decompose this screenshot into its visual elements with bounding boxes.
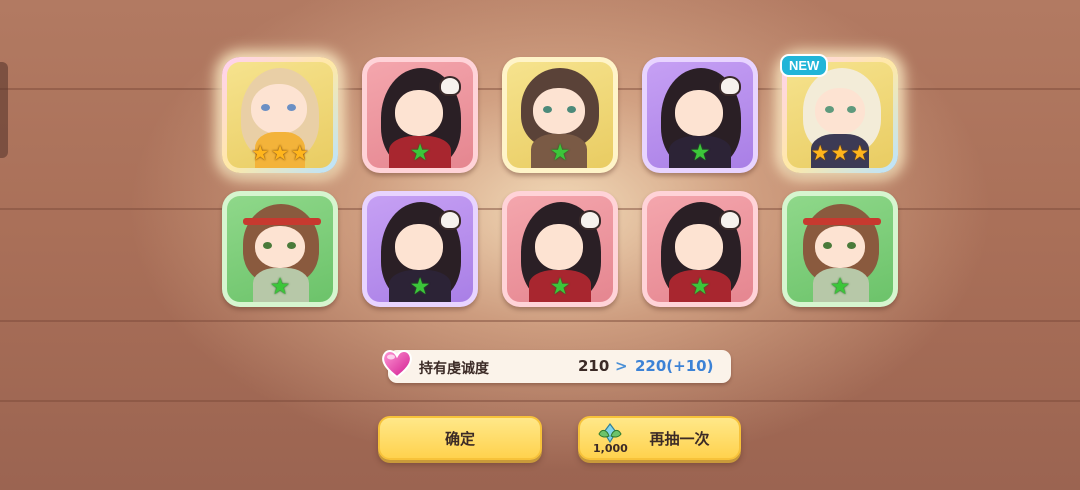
green-star-icon: ★ [409,274,431,300]
gold-star-icon: ★ [850,141,870,165]
character-portrait: ★ [367,62,473,168]
result-card-10[interactable]: ★ [782,191,898,307]
headband [243,218,321,225]
gold-star-icon: ★ [250,141,270,165]
green-star-icon: ★ [409,140,431,166]
result-card-4[interactable]: ★ [642,57,758,173]
heart-gem-icon [382,350,412,379]
devotion-old-value: 210 [578,357,610,375]
skull-ornament-icon [439,210,461,230]
wood-plank-line [0,320,1080,322]
rarity-stars: ★ [787,274,893,300]
character-portrait: ★ ★ ★ [227,62,333,168]
side-tab-handle[interactable] [0,62,8,158]
green-star-icon: ★ [829,274,851,300]
skull-ornament-icon [719,76,741,96]
draw-again-label: 再抽一次 [649,429,710,448]
green-star-icon: ★ [549,274,571,300]
draw-again-button[interactable]: 1,000 再抽一次 [578,416,741,460]
character-portrait: ★ [507,196,613,302]
result-card-2[interactable]: ★ [362,57,478,173]
result-card-1[interactable]: ★ ★ ★ [222,57,338,173]
confirm-button[interactable]: 确定 [378,416,542,460]
green-star-icon: ★ [689,274,711,300]
leaf-crystal-icon [598,423,622,444]
rarity-stars: ★ [507,140,613,166]
green-star-icon: ★ [269,274,291,300]
rarity-stars: ★ ★ ★ [787,143,893,164]
increase-arrow: > [615,357,628,375]
character-portrait: ★ [367,196,473,302]
result-card-6[interactable]: ★ [222,191,338,307]
draw-cost: 1,000 [593,442,628,455]
rarity-stars: ★ [647,140,753,166]
rarity-stars: ★ [367,140,473,166]
result-card-9[interactable]: ★ [642,191,758,307]
rarity-stars: ★ [227,274,333,300]
result-card-3[interactable]: ★ [502,57,618,173]
green-star-icon: ★ [549,140,571,166]
rarity-stars: ★ [647,274,753,300]
character-portrait: ★ [647,62,753,168]
skull-ornament-icon [579,210,601,230]
rarity-stars: ★ ★ ★ [227,143,333,164]
headband [803,218,881,225]
character-portrait: ★ [787,196,893,302]
green-star-icon: ★ [689,140,711,166]
rarity-stars: ★ [507,274,613,300]
result-card-7[interactable]: ★ [362,191,478,307]
gacha-results-grid: ★ ★ ★ ★ ★ ★ ★ ★ ★ NEW ★ ★ ★ ★ ★ [222,54,902,307]
skull-ornament-icon [439,76,461,96]
gold-star-icon: ★ [290,141,310,165]
skull-ornament-icon [719,210,741,230]
rarity-stars: ★ [367,274,473,300]
character-portrait: ★ [227,196,333,302]
devotion-label: 持有虔诚度 [419,361,489,377]
character-portrait: ★ [507,62,613,168]
gold-star-icon: ★ [830,141,850,165]
character-portrait: ★ [647,196,753,302]
gold-star-icon: ★ [810,141,830,165]
result-card-8[interactable]: ★ [502,191,618,307]
confirm-button-label: 确定 [444,429,475,448]
gold-star-icon: ★ [270,141,290,165]
devotion-new-value: 220(+10) [635,357,714,375]
wood-plank-line [0,400,1080,402]
new-badge: NEW [780,54,829,77]
character-portrait: ★ ★ ★ [787,62,893,168]
